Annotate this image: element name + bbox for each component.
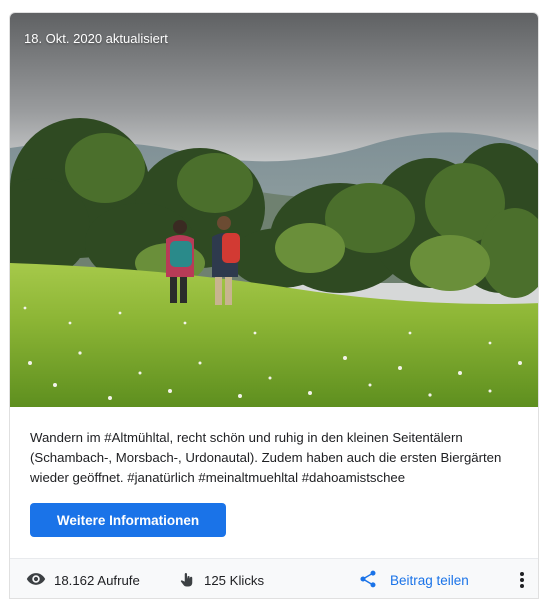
post-photo: 18. Okt. 2020 aktualisiert	[10, 13, 538, 407]
views-stat: 18.162 Aufrufe	[26, 559, 140, 598]
share-icon	[358, 569, 378, 592]
updated-timestamp: 18. Okt. 2020 aktualisiert	[24, 31, 168, 46]
post-text: Wandern im #Altmühltal, recht schön und …	[30, 430, 502, 485]
post-card: 18. Okt. 2020 aktualisiert Wandern im #A…	[9, 12, 539, 599]
clicks-count: 125 Klicks	[204, 572, 265, 588]
eye-icon	[26, 569, 46, 592]
share-label: Beitrag teilen	[390, 572, 469, 588]
touch-hand-icon	[178, 569, 196, 592]
views-count: 18.162 Aufrufe	[54, 572, 140, 588]
more-vert-icon[interactable]	[515, 559, 529, 598]
more-info-button[interactable]: Weitere Informationen	[30, 503, 226, 537]
share-post-button[interactable]: Beitrag teilen	[358, 559, 469, 598]
clicks-stat: 125 Klicks	[178, 559, 265, 598]
post-footer: 18.162 Aufrufe 125 Klicks Beitrag teilen	[10, 558, 538, 598]
